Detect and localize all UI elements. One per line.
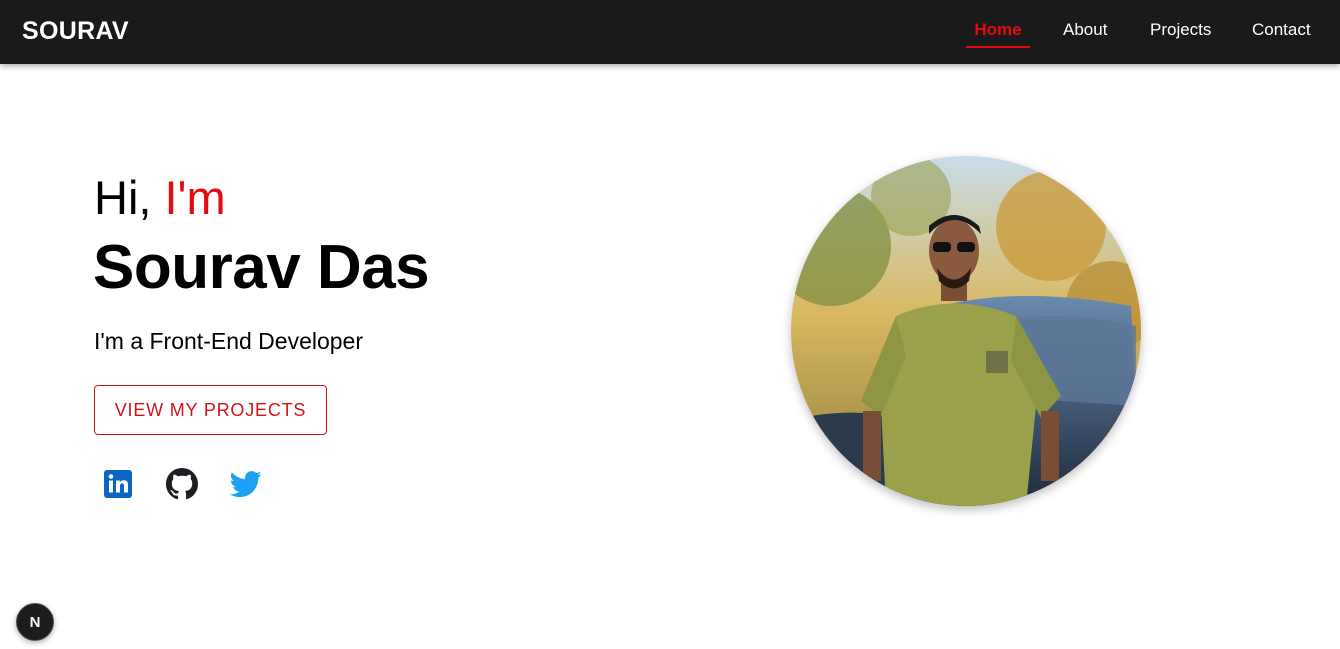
- github-icon: [166, 468, 198, 500]
- nav-link-about[interactable]: About: [1063, 20, 1107, 46]
- view-projects-button[interactable]: VIEW MY PROJECTS: [94, 385, 327, 435]
- navbar: SOURAV Home About Projects Contact: [0, 0, 1340, 64]
- greeting-prefix: Hi,: [94, 171, 165, 224]
- nav-link-home[interactable]: Home: [966, 20, 1030, 48]
- nextjs-dev-badge[interactable]: N: [16, 603, 54, 641]
- hero-name: Sourav Das: [93, 233, 430, 302]
- linkedin-link[interactable]: [102, 468, 134, 500]
- nav-link-contact[interactable]: Contact: [1252, 20, 1311, 46]
- hero-tagline: I'm a Front-End Developer: [94, 328, 364, 354]
- linkedin-icon: [102, 468, 134, 500]
- twitter-icon: [230, 468, 262, 500]
- github-link[interactable]: [166, 468, 198, 500]
- brand-logo[interactable]: SOURAV: [22, 17, 129, 46]
- hero-greeting: Hi, I'm: [94, 170, 226, 225]
- twitter-link[interactable]: [230, 468, 262, 500]
- greeting-accent: I'm: [164, 171, 226, 224]
- profile-photo: [791, 156, 1141, 506]
- nav-link-projects[interactable]: Projects: [1150, 20, 1211, 46]
